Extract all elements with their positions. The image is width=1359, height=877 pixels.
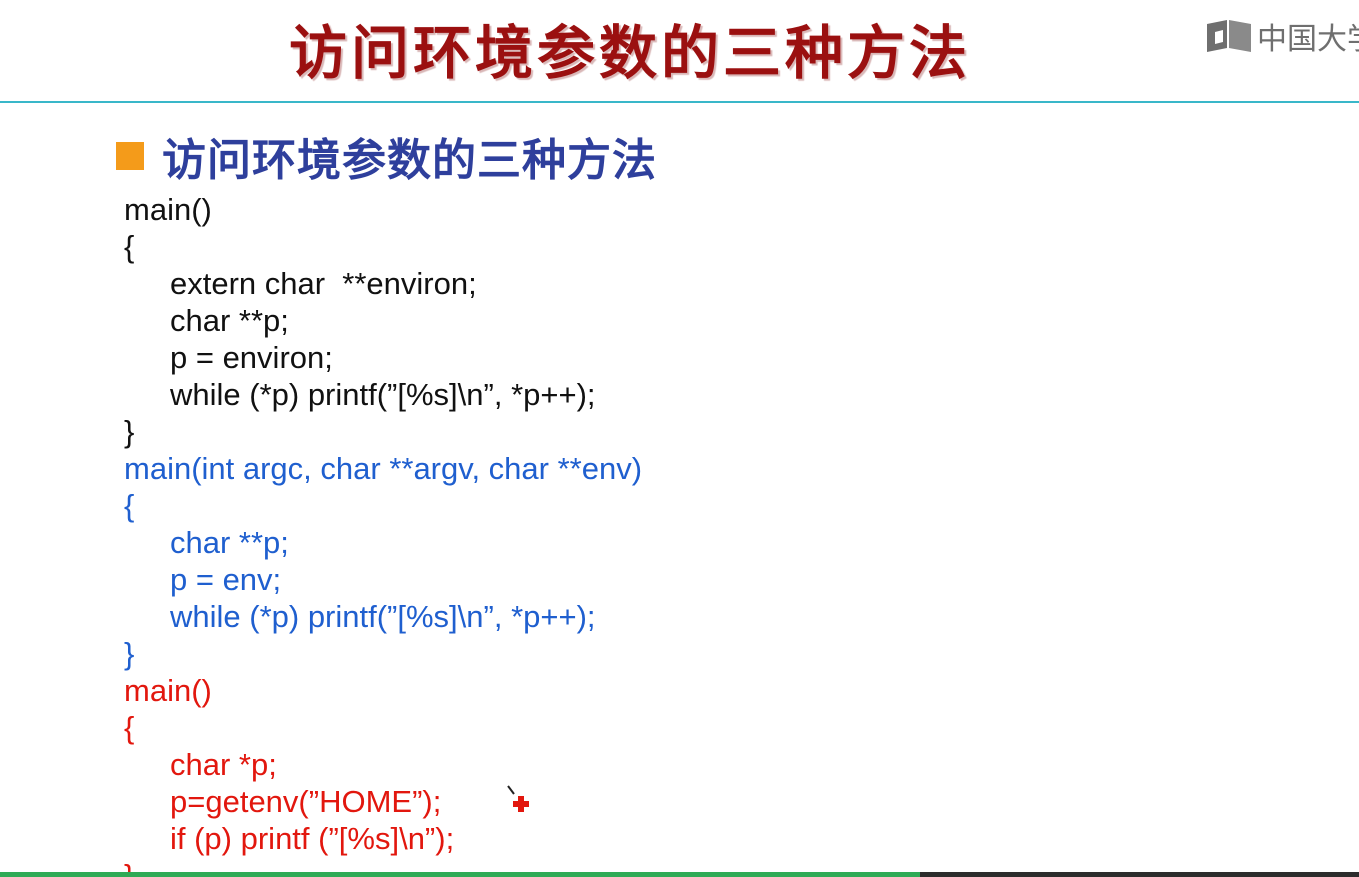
logo-text: 中国大学 — [1257, 22, 1359, 57]
code-line: while (*p) printf(”[%s]\n”, *p++); — [170, 599, 596, 634]
code-line: char **p; — [170, 525, 289, 560]
code-listing: main() { extern char **environ; char **p… — [124, 191, 642, 877]
code-line: { — [124, 488, 135, 523]
code-line: main(int argc, char **argv, char **env) — [124, 451, 643, 486]
code-line: main() — [124, 192, 212, 227]
code-line: if (p) printf (”[%s]\n”); — [170, 821, 455, 856]
code-line: while (*p) printf(”[%s]\n”, *p++); — [170, 377, 596, 412]
platform-logo: 中国大学 — [1205, 14, 1359, 58]
code-line: } — [124, 414, 135, 449]
code-line: p = env; — [170, 562, 282, 597]
code-line: char *p; — [170, 747, 277, 782]
lecture-slide: 访问环境参数的三种方法 中国大学 访问环境参数的三种方法 main() { ex… — [0, 0, 1359, 877]
heading-text: 访问环境参数的三种方法 — [162, 135, 657, 186]
code-line: } — [124, 636, 135, 671]
code-line: p=getenv(”HOME”); — [170, 784, 442, 819]
slide-title: 访问环境参数的三种方法 — [288, 19, 971, 87]
code-line: { — [124, 710, 135, 745]
code-line: char **p; — [170, 303, 289, 338]
code-line: p = environ; — [170, 340, 333, 375]
mooc-book-icon — [1207, 20, 1251, 52]
pen-cursor-icon — [507, 785, 529, 812]
square-bullet-icon — [116, 142, 144, 170]
code-line: extern char **environ; — [170, 266, 477, 301]
video-progress-fill — [0, 872, 920, 877]
section-heading: 访问环境参数的三种方法 — [116, 124, 657, 188]
code-line: main() — [124, 673, 212, 708]
header-divider — [0, 101, 1359, 103]
code-line: { — [124, 229, 135, 264]
